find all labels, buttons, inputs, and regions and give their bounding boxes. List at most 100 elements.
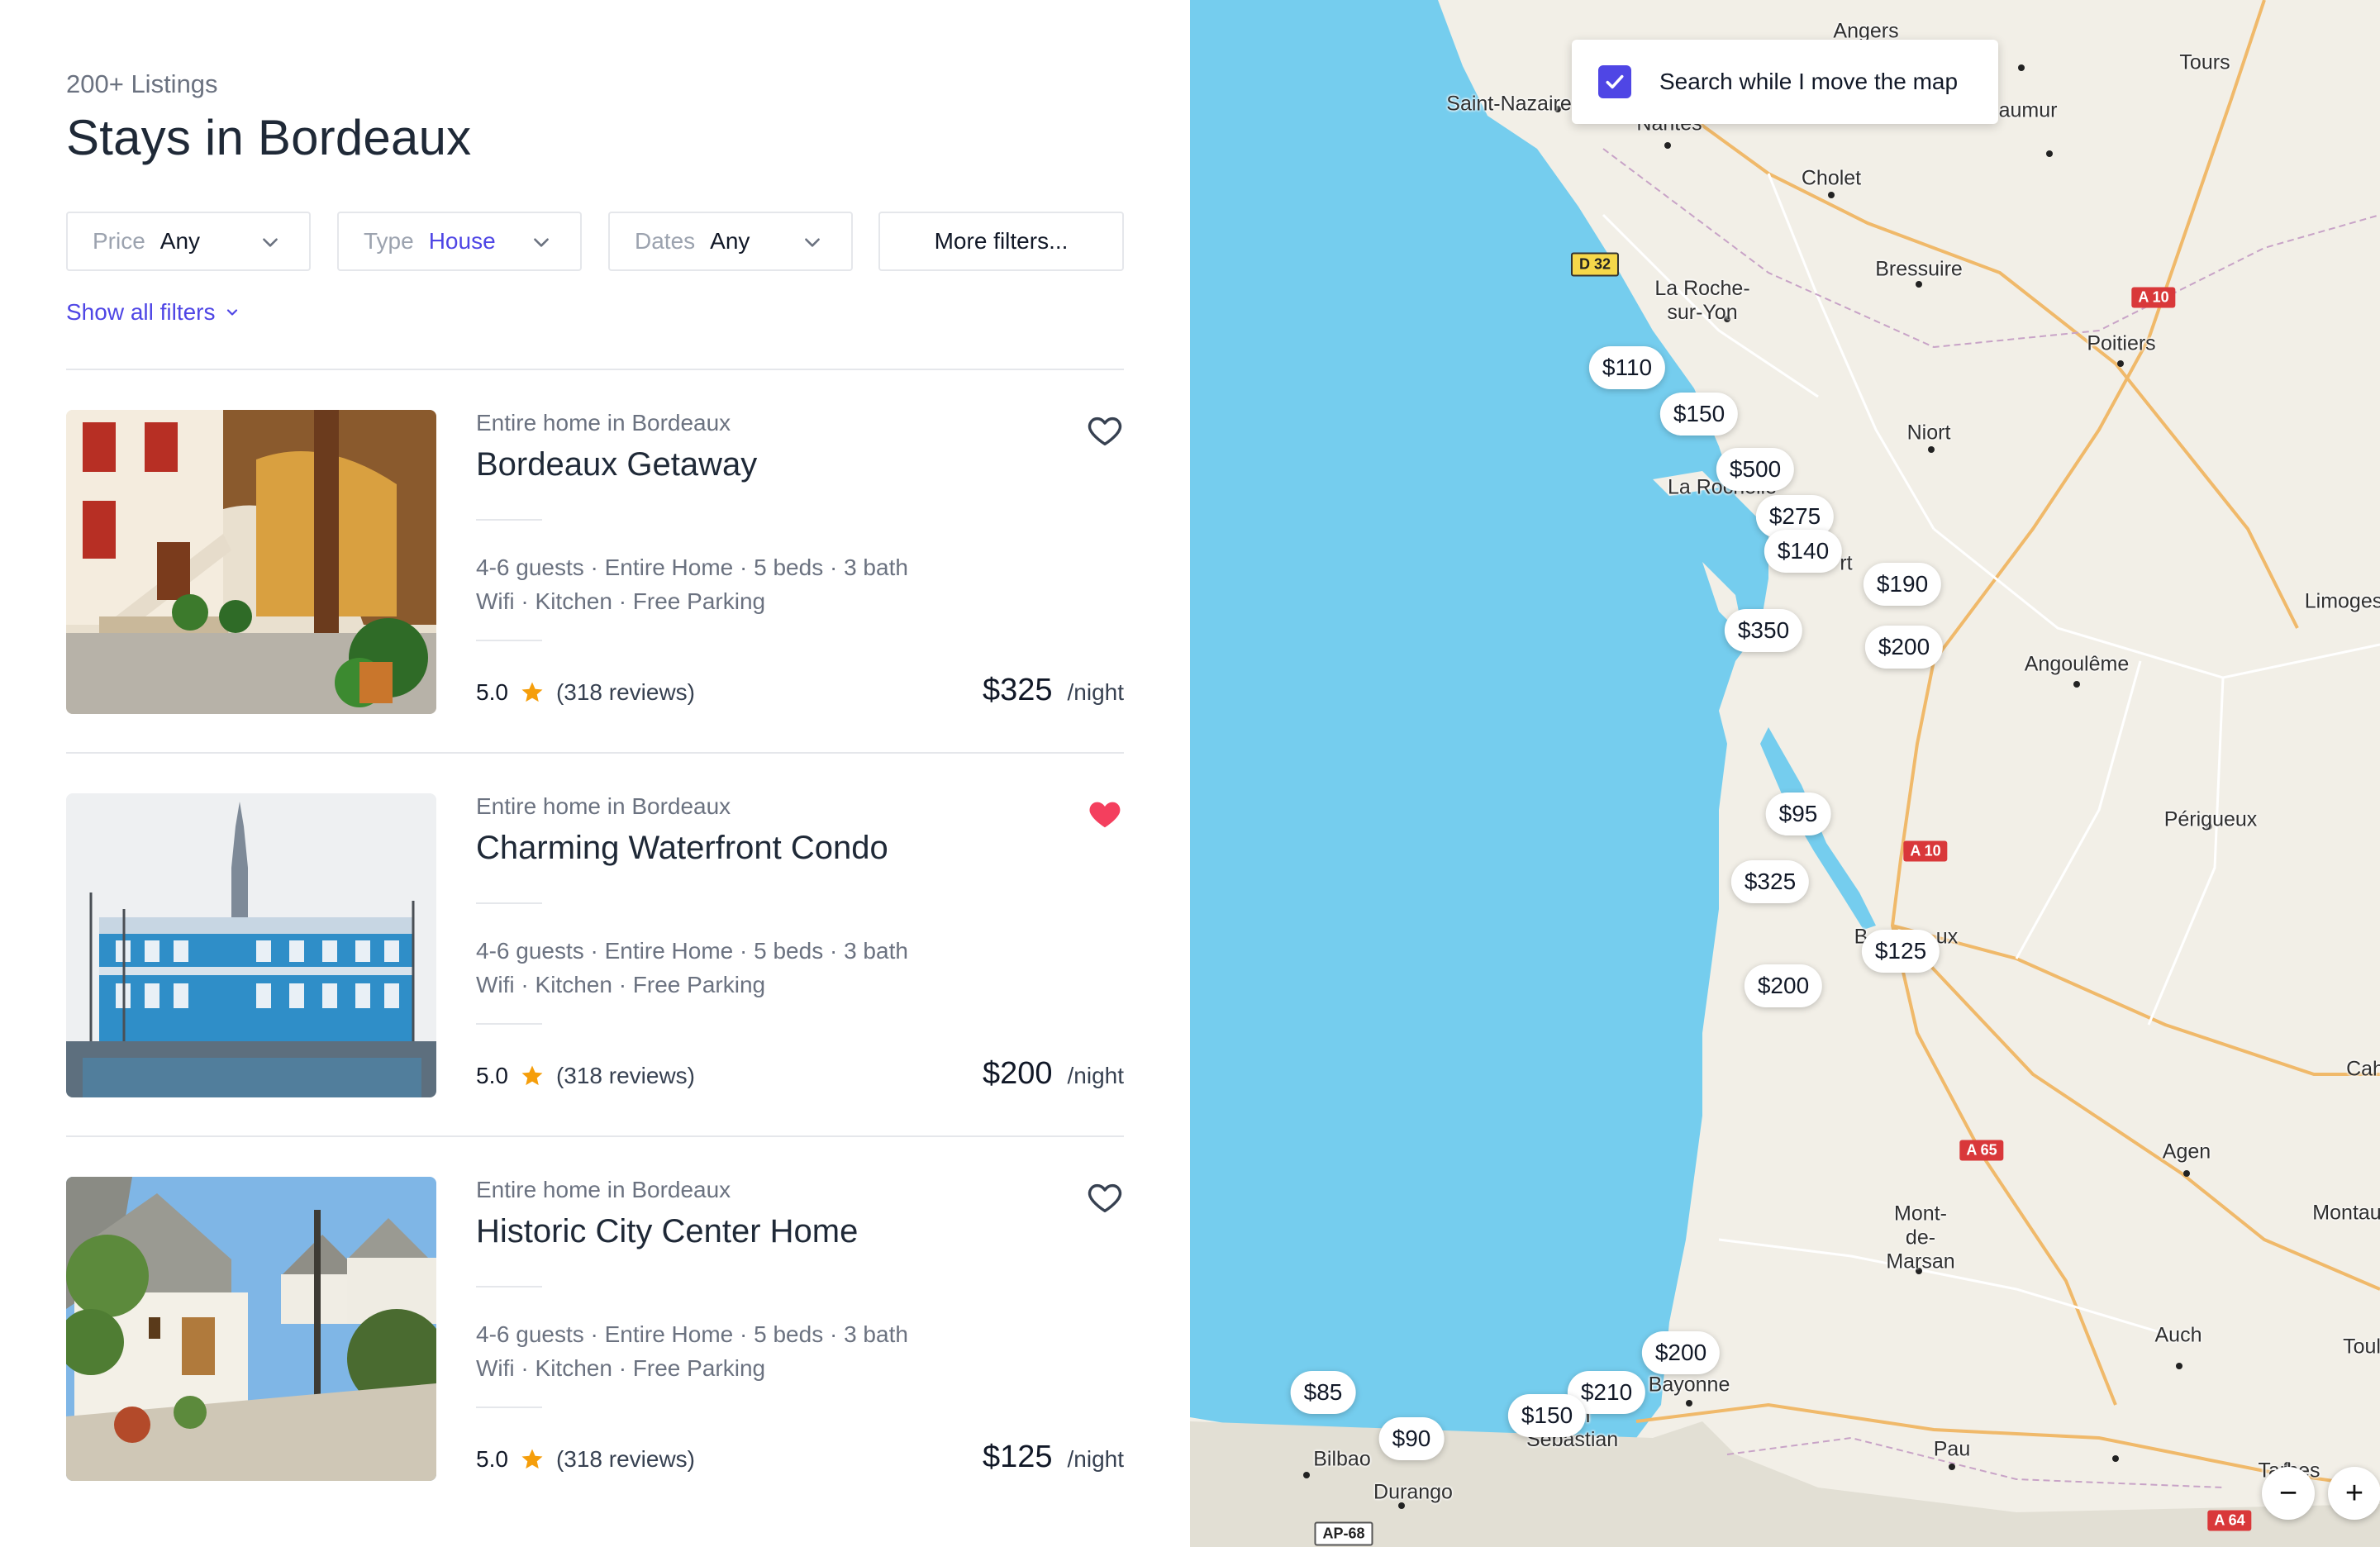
map-label: Saint-Nazaire: [1446, 92, 1572, 116]
listing-subtitle: Entire home in Bordeaux: [476, 1177, 731, 1202]
more-filters-button[interactable]: More filters...: [878, 212, 1124, 271]
filter-value: Any: [159, 228, 201, 254]
show-all-filters-label: Show all filters: [66, 299, 216, 325]
price-amount: $200: [982, 1056, 1053, 1091]
map-label: aumur: [1998, 98, 2058, 122]
map-label: Niort: [1906, 421, 1951, 445]
divider: [476, 1407, 542, 1408]
map-label: La Roche-sur-Yon: [1654, 277, 1750, 324]
zoom-in-button[interactable]: +: [2328, 1467, 2380, 1520]
price-pin[interactable]: $325: [1730, 860, 1810, 903]
road-shield: A 65: [1959, 1140, 2004, 1161]
filter-value: Any: [710, 228, 750, 254]
road-shield: A 64: [2207, 1510, 2252, 1531]
price-unit: /night: [1067, 1446, 1125, 1472]
filter-key: Dates: [635, 228, 696, 254]
search-while-move-toggle[interactable]: Search while I move the map: [1572, 40, 1998, 124]
price-pin[interactable]: $125: [1861, 930, 1940, 973]
dates-filter[interactable]: Dates Any: [608, 212, 853, 271]
listing-price: $200 /night: [983, 1056, 1124, 1092]
price-pin[interactable]: $110: [1588, 346, 1666, 389]
price-pin[interactable]: $140: [1764, 530, 1843, 573]
listing-card[interactable]: Entire home in Bordeaux Bordeaux Getaway…: [66, 410, 1124, 714]
listing-photo[interactable]: [66, 410, 436, 714]
heart-filled-icon[interactable]: [1086, 795, 1124, 833]
road-shield: D 32: [1570, 252, 1620, 277]
map-label: Poitiers: [2087, 331, 2156, 355]
price-filter[interactable]: Price Any: [66, 212, 311, 271]
show-all-filters-link[interactable]: Show all filters: [66, 299, 240, 326]
price-pin[interactable]: $350: [1724, 609, 1803, 652]
star-icon: [521, 1449, 543, 1469]
filter-key: Price: [93, 228, 145, 254]
listing-price: $125 /night: [983, 1440, 1124, 1475]
listing-card[interactable]: Entire home in Bordeaux Charming Waterfr…: [66, 793, 1124, 1097]
price-pin[interactable]: $150: [1507, 1394, 1587, 1437]
review-count: (318 reviews): [555, 679, 695, 705]
chevron-down-icon: [805, 238, 820, 247]
road-shield: A 10: [1903, 840, 1948, 862]
search-checkbox[interactable]: [1598, 65, 1631, 98]
listing-price: $325 /night: [983, 673, 1124, 708]
review-count: (318 reviews): [555, 1063, 695, 1088]
divider: [476, 902, 542, 904]
map-basemap[interactable]: [1190, 0, 2380, 1547]
filter-value: House: [428, 228, 496, 254]
listings-count: 200+ Listings: [66, 69, 218, 98]
map-label: Auch: [2154, 1323, 2202, 1347]
zoom-out-button[interactable]: −: [2262, 1467, 2315, 1520]
rating-score: 5.0: [476, 1446, 508, 1472]
listing-specs: 4-6 guests · Entire Home · 5 beds · 3 ba…: [476, 1317, 908, 1385]
star-icon: [521, 1065, 543, 1086]
listing-card[interactable]: Entire home in Bordeaux Historic City Ce…: [66, 1177, 1124, 1481]
listings-pane: 200+ Listings Stays in Bordeaux Price An…: [0, 0, 1190, 1547]
map-label: Limoges: [2304, 589, 2380, 613]
page-title: Stays in Bordeaux: [66, 110, 472, 165]
price-pin[interactable]: $200: [1744, 964, 1823, 1007]
divider: [476, 519, 542, 521]
map-label: Pau: [1933, 1437, 1971, 1461]
map-label: Toul: [2343, 1335, 2380, 1359]
price-pin[interactable]: $200: [1864, 626, 1944, 669]
map-label: Angoulême: [2024, 652, 2130, 676]
price-pin[interactable]: $500: [1716, 448, 1795, 491]
listing-photo[interactable]: [66, 1177, 436, 1481]
map-label: Cholet: [1801, 166, 1862, 190]
chevron-down-icon: [534, 238, 549, 247]
listing-name[interactable]: Bordeaux Getaway: [476, 446, 757, 483]
price-amount: $125: [982, 1440, 1053, 1474]
search-toggle-label: Search while I move the map: [1659, 69, 1959, 94]
listing-rating: 5.0 (318 reviews): [476, 679, 695, 706]
listing-name[interactable]: Charming Waterfront Condo: [476, 830, 888, 867]
type-filter[interactable]: Type House: [337, 212, 582, 271]
map-label: Montau: [2312, 1201, 2380, 1225]
listing-rating: 5.0 (318 reviews): [476, 1446, 695, 1473]
heart-outline-icon[interactable]: [1086, 1178, 1124, 1216]
listing-specs: 4-6 guests · Entire Home · 5 beds · 3 ba…: [476, 550, 908, 618]
divider: [66, 1135, 1124, 1137]
price-pin[interactable]: $190: [1863, 563, 1942, 606]
divider: [476, 1023, 542, 1025]
heart-outline-icon[interactable]: [1086, 412, 1124, 450]
divider: [476, 640, 542, 641]
price-pin[interactable]: $95: [1765, 793, 1831, 835]
listing-spec-line: 4-6 guests · Entire Home · 5 beds · 3 ba…: [476, 938, 908, 964]
price-pin[interactable]: $90: [1378, 1417, 1445, 1460]
listing-spec-line: 4-6 guests · Entire Home · 5 beds · 3 ba…: [476, 555, 908, 580]
map-label: Agen: [2162, 1140, 2211, 1164]
map-label: Cah: [2346, 1057, 2380, 1081]
divider: [476, 1286, 542, 1288]
listing-specs: 4-6 guests · Entire Home · 5 beds · 3 ba…: [476, 934, 908, 1002]
listing-photo[interactable]: [66, 793, 436, 1097]
star-icon: [521, 682, 543, 702]
listing-name[interactable]: Historic City Center Home: [476, 1213, 858, 1250]
rating-score: 5.0: [476, 1063, 508, 1088]
chevron-down-icon: [263, 238, 278, 247]
price-pin[interactable]: $200: [1641, 1331, 1721, 1374]
road-shield: A 10: [2131, 287, 2176, 308]
price-pin[interactable]: $150: [1659, 393, 1739, 436]
map-label: Bayonne: [1648, 1373, 1730, 1397]
price-pin[interactable]: $85: [1290, 1371, 1356, 1414]
map[interactable]: Angers Tours Saint-Nazaire Nantes aumur …: [1190, 0, 2380, 1547]
listing-amenities: Wifi · Kitchen · Free Parking: [476, 972, 766, 997]
